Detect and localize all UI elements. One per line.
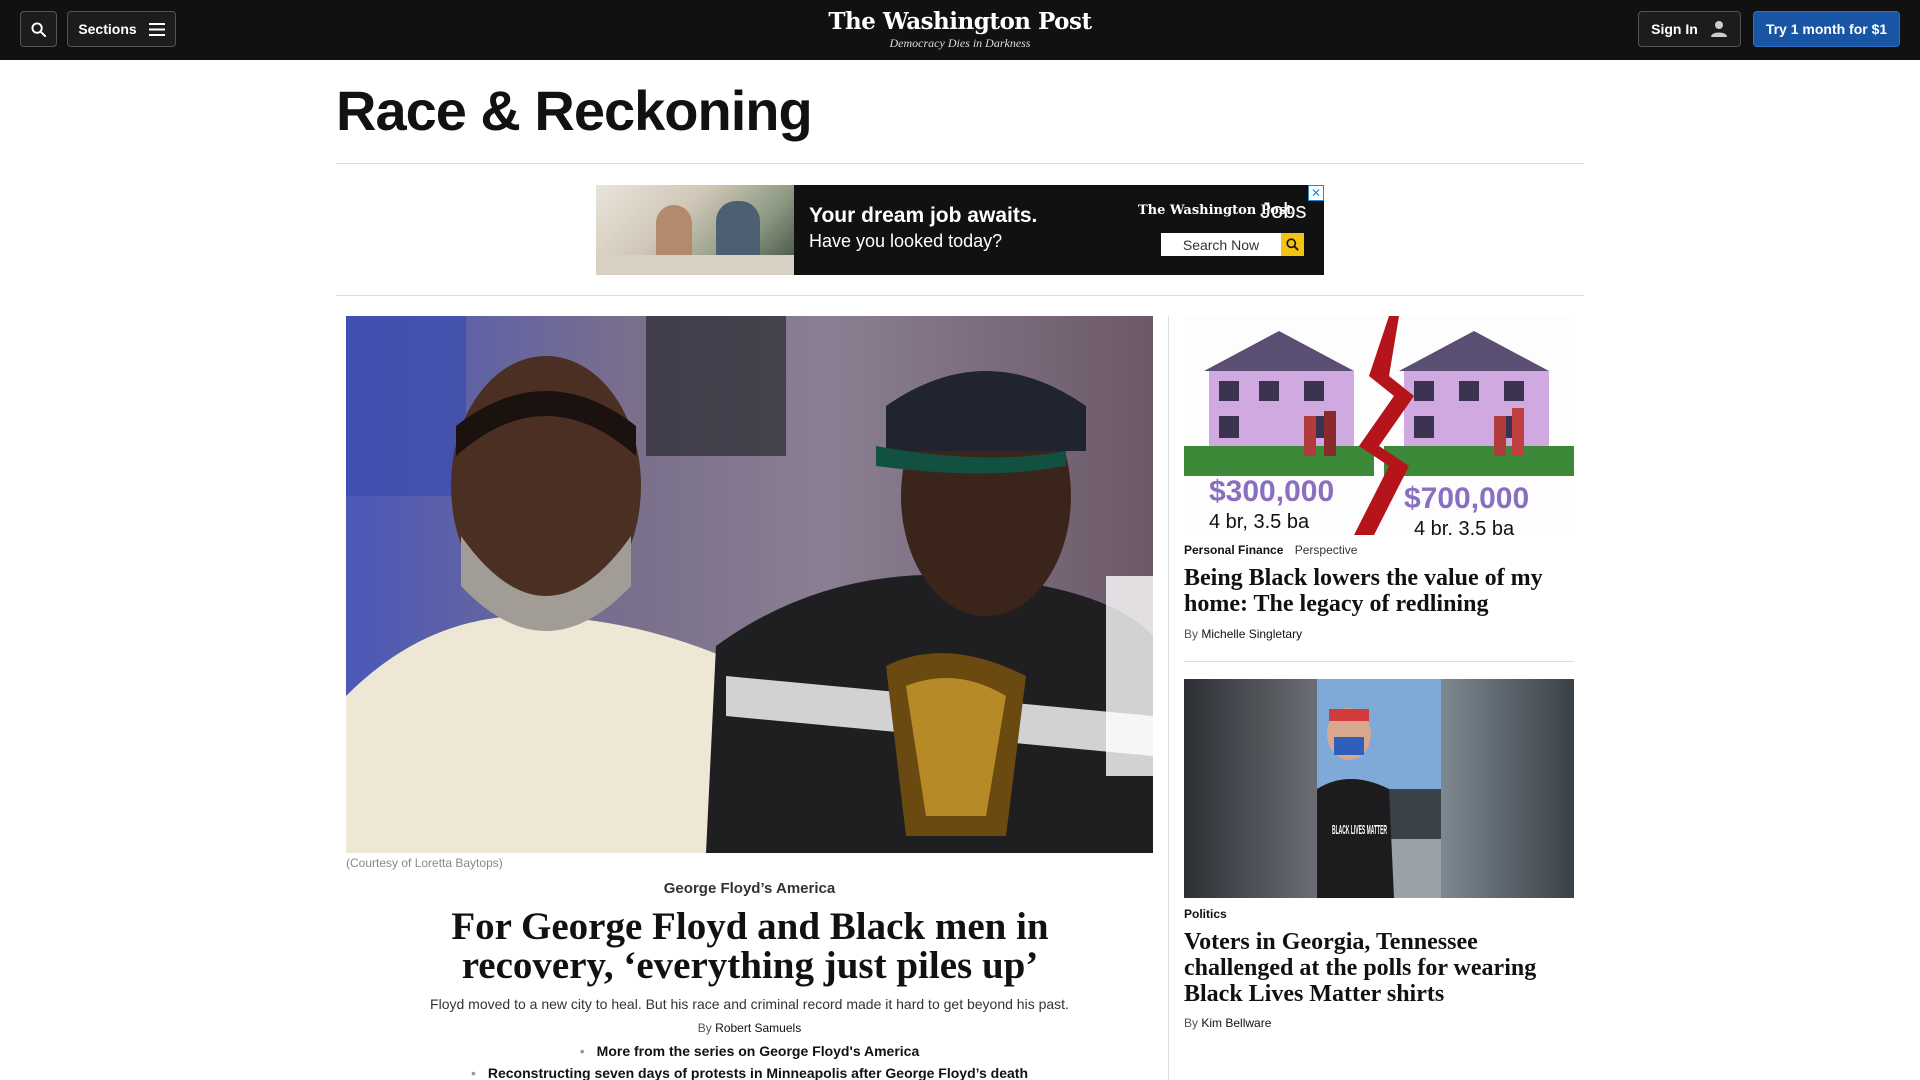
ad-subhead: Have you looked today? (809, 231, 1003, 251)
author-link[interactable]: Kim Bellware (1201, 1016, 1271, 1030)
ad-banner[interactable]: Your dream job awaits. Have you looked t… (596, 185, 1324, 275)
byline-prefix: By (1184, 627, 1199, 641)
ad-search-button[interactable] (1281, 233, 1304, 256)
ad-product: Jobs (1260, 198, 1307, 223)
logo[interactable]: The Washington Post (810, 8, 1110, 35)
author-link[interactable]: Robert Samuels (715, 1021, 801, 1035)
ad-divider (336, 295, 1584, 296)
story-tags: Personal Finance Perspective (1184, 543, 1357, 557)
sign-in-button[interactable]: Sign In (1638, 11, 1741, 47)
section-tag[interactable]: Personal Finance (1184, 543, 1283, 557)
story-tags: Politics (1184, 907, 1235, 921)
column-divider (1168, 316, 1169, 1080)
top-navigation: Sections The Washington Post Democracy D… (0, 0, 1920, 60)
magnifier-icon (1286, 238, 1299, 251)
ad-photo (596, 185, 794, 275)
rail-byline: By Michelle Singletary (1184, 627, 1302, 641)
main-headline[interactable]: For George Floyd and Black men in recove… (400, 907, 1100, 985)
sign-in-label: Sign In (1651, 21, 1698, 37)
sections-label: Sections (78, 21, 137, 37)
related-links: More from the series on George Floyd's A… (346, 1043, 1153, 1080)
page-title: Race & Reckoning (336, 79, 813, 142)
search-button[interactable] (20, 11, 57, 47)
main-story-photo (346, 316, 1153, 853)
ad-headline: Your dream job awaits. (809, 204, 1038, 227)
label-tag[interactable]: Perspective (1295, 543, 1358, 557)
rail-divider (1184, 661, 1574, 662)
rail-headline[interactable]: Voters in Georgia, Tennessee challenged … (1184, 929, 1574, 1007)
section-tag[interactable]: Politics (1184, 907, 1227, 921)
masthead[interactable]: The Washington Post Democracy Dies in Da… (810, 8, 1110, 51)
voter-video-thumbnail[interactable]: BLACK LIVES MATTER (1184, 679, 1574, 898)
main-byline: By Robert Samuels (346, 1021, 1153, 1035)
houses-illustration: $300,000 4 br, 3.5 ba $700,000 4 br, 3.5… (1184, 316, 1574, 535)
rail-headline[interactable]: Being Black lowers the value of my home:… (1184, 565, 1574, 617)
ad-choices-icon[interactable]: ✕ (1308, 185, 1324, 201)
sections-menu-button[interactable]: Sections (67, 11, 176, 47)
voter-photo: BLACK LIVES MATTER (1184, 679, 1574, 898)
search-icon (31, 21, 46, 37)
title-divider (336, 163, 1584, 164)
main-story-image[interactable] (346, 316, 1153, 853)
main-blurb: Floyd moved to a new city to heal. But h… (430, 996, 1069, 1012)
byline-prefix: By (697, 1021, 712, 1035)
related-link[interactable]: More from the series on George Floyd's A… (346, 1043, 1153, 1059)
redlining-illustration[interactable]: $300,000 4 br, 3.5 ba $700,000 4 br, 3.5… (1184, 316, 1574, 535)
shirt-text: BLACK LIVES MATTER (1332, 822, 1387, 837)
rail-byline: By Kim Bellware (1184, 1016, 1271, 1030)
user-icon (1710, 21, 1727, 37)
story-kicker[interactable]: George Floyd’s America (346, 880, 1153, 897)
byline-prefix: By (1184, 1016, 1199, 1030)
price-left: $300,000 (1209, 475, 1334, 508)
hamburger-icon (148, 22, 165, 36)
ad-search-field[interactable]: Search Now (1161, 233, 1281, 256)
rooms-left: 4 br, 3.5 ba (1209, 511, 1310, 533)
price-right: $700,000 (1404, 482, 1529, 515)
ad-photo-desk (596, 255, 794, 275)
image-credit: (Courtesy of Loretta Baytops) (346, 856, 503, 870)
related-link[interactable]: Reconstructing seven days of protests in… (346, 1065, 1153, 1080)
tagline: Democracy Dies in Darkness (889, 36, 1031, 50)
rooms-right: 4 br, 3.5 ba (1414, 518, 1515, 535)
author-link[interactable]: Michelle Singletary (1201, 627, 1302, 641)
subscribe-button[interactable]: Try 1 month for $1 (1753, 11, 1900, 47)
